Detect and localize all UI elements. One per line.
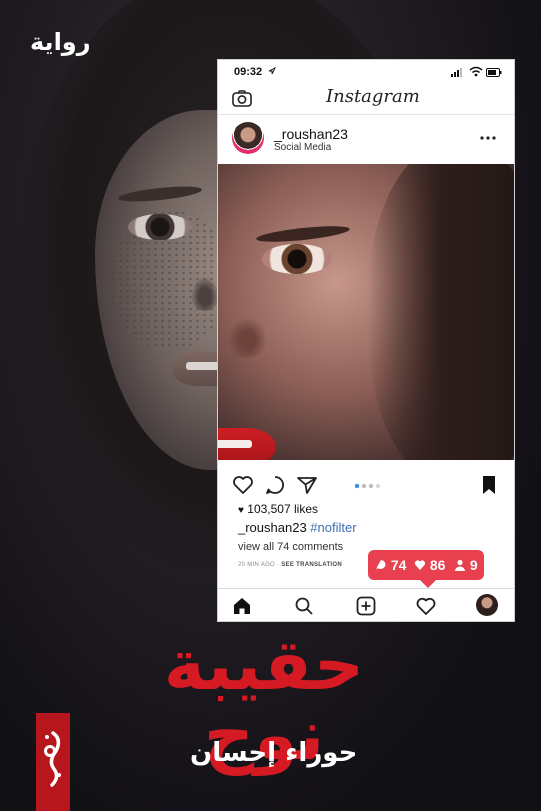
- publisher-logo: [36, 713, 70, 811]
- see-translation-link[interactable]: SEE TRANSLATION: [281, 562, 342, 568]
- instagram-header: Instagram: [218, 82, 514, 115]
- activity-notification[interactable]: 74 86 9: [368, 550, 484, 588]
- post-actions: [218, 464, 514, 504]
- post-username[interactable]: _roushan23: [274, 126, 348, 142]
- book-cover: رواية 09:32 Instagram _roushan23 Social …: [0, 0, 541, 811]
- person-icon: [455, 559, 465, 571]
- search-icon[interactable]: [294, 596, 314, 616]
- genre-tag: رواية: [30, 29, 91, 56]
- avatar[interactable]: [232, 122, 264, 154]
- profile-avatar[interactable]: [476, 594, 498, 616]
- heart-small-icon: ♥: [238, 505, 244, 516]
- wifi-icon: [469, 66, 483, 77]
- caption-username[interactable]: _roushan23: [238, 520, 307, 535]
- bookmark-icon[interactable]: [478, 474, 500, 496]
- status-time: 09:32: [234, 66, 263, 78]
- post-subtitle: Social Media: [274, 142, 332, 153]
- battery-icon: [486, 68, 502, 77]
- camera-icon[interactable]: [232, 90, 252, 107]
- notif-comments: 74: [375, 557, 406, 573]
- book-author: حوراء إحسان: [190, 738, 358, 768]
- status-bar: 09:32: [218, 60, 514, 82]
- notif-follows: 9: [454, 557, 478, 573]
- post-image: [218, 164, 514, 460]
- heart-icon: [414, 560, 426, 570]
- bottom-nav: [218, 588, 514, 621]
- publisher-glyph-icon: [44, 731, 61, 787]
- share-icon[interactable]: [296, 474, 318, 496]
- notif-likes: 86: [414, 557, 445, 573]
- post-caption: _roushan23 #nofilter: [238, 520, 357, 535]
- heart-icon[interactable]: [232, 474, 254, 496]
- post-timestamp: 20 MIN AGO · SEE TRANSLATION: [238, 562, 342, 568]
- view-comments-link[interactable]: view all 74 comments: [238, 541, 343, 553]
- home-icon[interactable]: [232, 596, 252, 616]
- comment-icon[interactable]: [264, 474, 286, 496]
- more-icon[interactable]: [480, 136, 496, 140]
- location-arrow-icon: [268, 67, 276, 75]
- caption-hashtag[interactable]: #nofilter: [310, 520, 356, 535]
- add-icon[interactable]: [356, 596, 376, 616]
- instagram-logo: Instagram: [326, 86, 420, 107]
- activity-icon[interactable]: [416, 596, 436, 616]
- post-header: _roushan23 Social Media: [218, 116, 514, 160]
- signal-icon: [451, 68, 462, 77]
- carousel-dots: [354, 483, 380, 489]
- comment-bubble-icon: [376, 560, 386, 570]
- likes-count: ♥ 103,507 likes: [238, 502, 318, 516]
- instagram-phone-frame: 09:32 Instagram _roushan23 Social Media …: [218, 60, 514, 621]
